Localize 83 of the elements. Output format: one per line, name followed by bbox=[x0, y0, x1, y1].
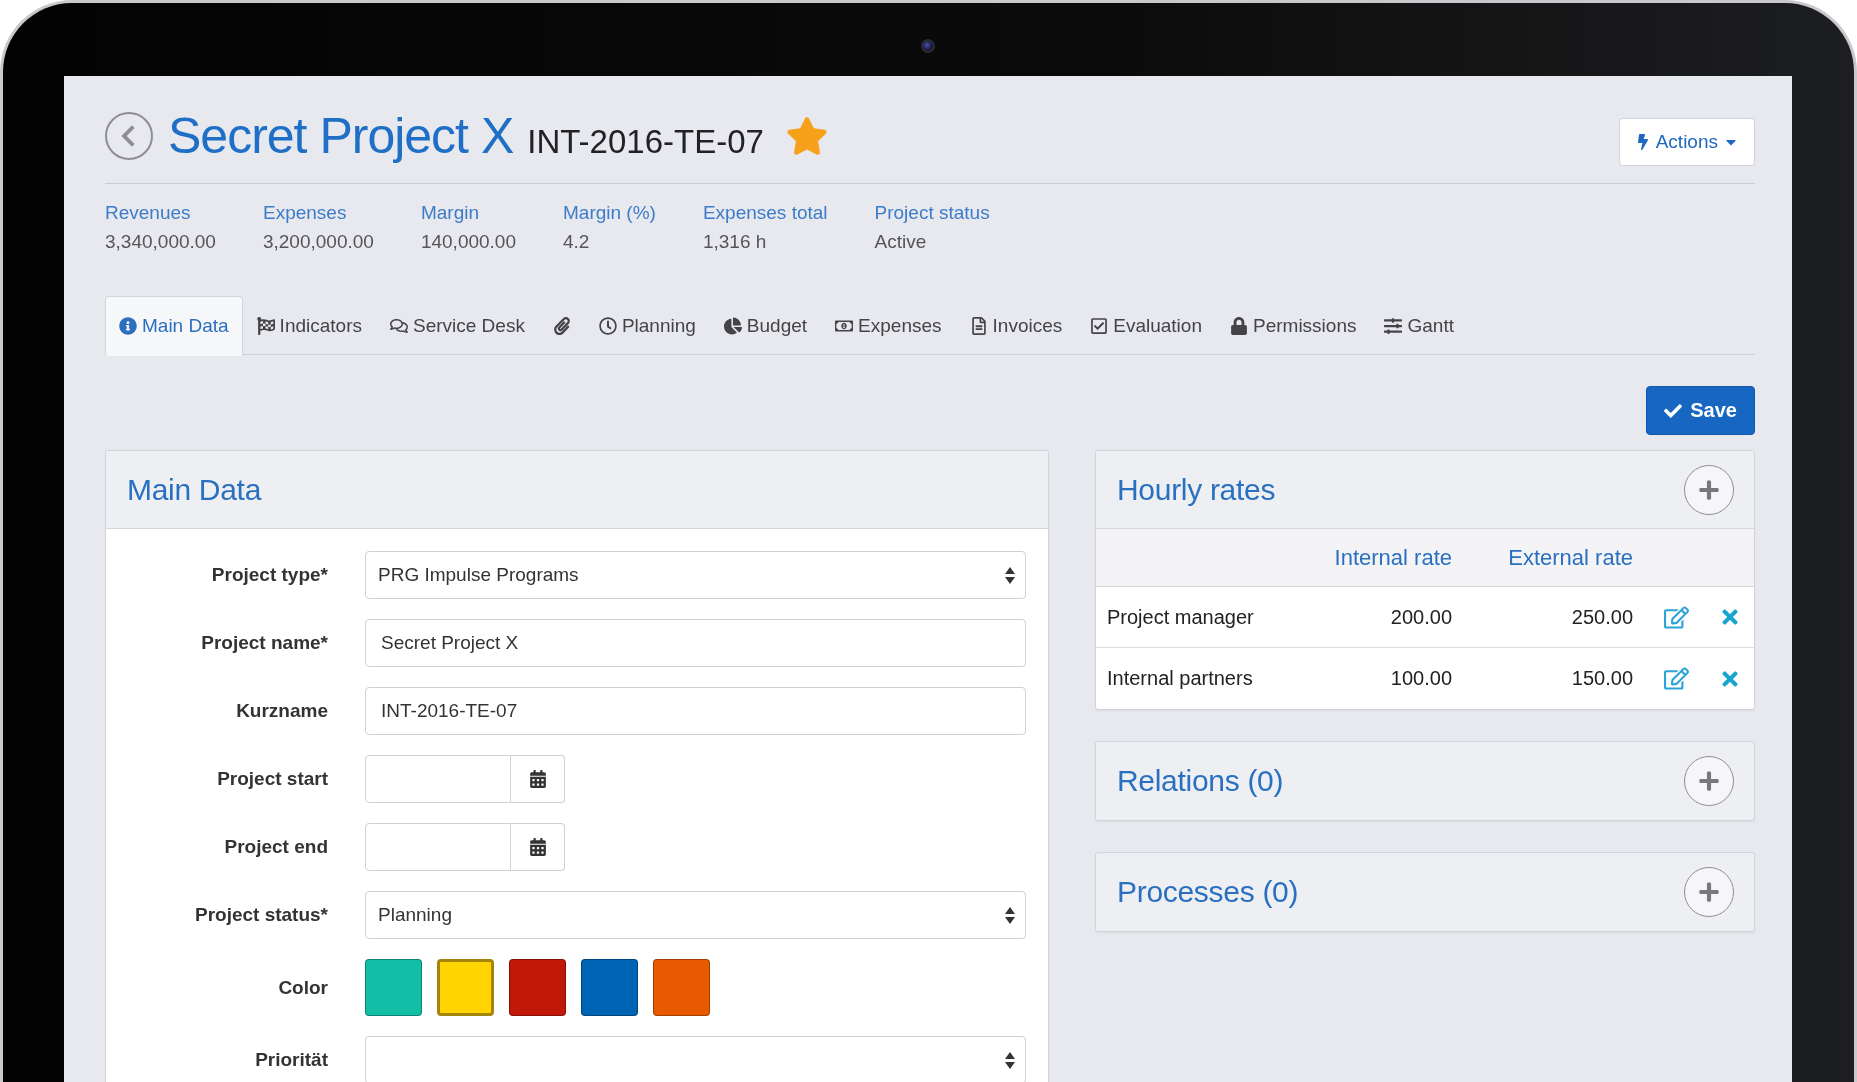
star-icon[interactable] bbox=[785, 115, 828, 157]
table-cell: 100.00 bbox=[1390, 667, 1452, 690]
pie-chart-icon bbox=[723, 317, 742, 335]
calendar-button[interactable] bbox=[511, 823, 565, 871]
sliders-icon bbox=[1384, 317, 1403, 335]
lock-icon bbox=[1230, 317, 1248, 335]
tab[interactable]: Planning bbox=[584, 296, 710, 356]
date-field[interactable] bbox=[365, 755, 511, 803]
panel-title: Main Data bbox=[127, 472, 262, 507]
project-code: INT-2016-TE-07 bbox=[527, 122, 764, 161]
color-swatch-icon[interactable] bbox=[437, 959, 494, 1016]
select-field[interactable]: PRG Impulse Programs bbox=[365, 551, 1026, 599]
text-field[interactable]: INT-2016-TE-07 bbox=[365, 687, 1026, 735]
stat-value: 1,316 h bbox=[702, 231, 768, 253]
tab[interactable]: Gantt bbox=[1370, 296, 1468, 356]
checkbox-icon bbox=[1090, 317, 1109, 335]
calendar-icon bbox=[528, 838, 547, 856]
edit-icon[interactable] bbox=[1664, 666, 1689, 691]
panel-title: Processes (0) bbox=[1117, 875, 1299, 909]
select-field[interactable] bbox=[365, 1036, 1026, 1082]
field-label: Kurzname bbox=[235, 700, 328, 722]
column-header: External rate bbox=[1508, 544, 1633, 571]
camera-icon bbox=[921, 39, 935, 53]
add-button[interactable] bbox=[1684, 464, 1734, 515]
text-field[interactable]: Secret Project X bbox=[365, 619, 1026, 667]
tab[interactable]: Expenses bbox=[821, 296, 956, 356]
add-button[interactable] bbox=[1684, 867, 1734, 917]
tab[interactable]: Invoices bbox=[955, 296, 1077, 356]
table-cell: 150.00 bbox=[1571, 667, 1633, 690]
tab[interactable]: Indicators bbox=[242, 296, 376, 356]
table-cell: 250.00 bbox=[1571, 605, 1633, 629]
date-field[interactable] bbox=[365, 823, 511, 871]
calendar-button[interactable] bbox=[511, 755, 565, 803]
select-arrows-icon bbox=[1005, 1051, 1015, 1069]
tab[interactable]: Service Desk bbox=[376, 296, 539, 356]
stat-label: Revenues bbox=[105, 202, 192, 224]
field-label: Project type* bbox=[210, 564, 328, 586]
field-label: Project end bbox=[223, 836, 328, 858]
column-header: Internal rate bbox=[1334, 544, 1452, 571]
paperclip-icon bbox=[552, 317, 571, 335]
table-cell: Internal partners bbox=[1107, 667, 1253, 690]
field-label: Color bbox=[277, 976, 328, 999]
tab[interactable]: Main Data bbox=[105, 296, 243, 356]
tab[interactable]: Budget bbox=[709, 296, 822, 356]
clock-icon bbox=[598, 317, 617, 335]
stat-value: 3,200,000.00 bbox=[262, 231, 374, 253]
save-button[interactable]: Save bbox=[1646, 386, 1755, 435]
select-arrows-icon bbox=[1005, 566, 1015, 584]
field-label: Project status* bbox=[193, 904, 328, 926]
stat-label: Expenses bbox=[262, 202, 348, 224]
field-label: Project name* bbox=[200, 632, 328, 654]
field-label: Priorität bbox=[254, 1049, 328, 1071]
stat-label: Expenses total bbox=[702, 202, 828, 224]
edit-icon[interactable] bbox=[1664, 604, 1689, 630]
info-icon bbox=[119, 317, 137, 335]
flags-icon bbox=[256, 317, 275, 335]
plus-icon bbox=[1698, 881, 1720, 903]
stat-label: Margin (%) bbox=[563, 202, 656, 224]
back-button[interactable] bbox=[105, 112, 153, 160]
stat-value: Active bbox=[874, 231, 928, 253]
stat-value: 140,000.00 bbox=[420, 231, 516, 253]
plus-icon bbox=[1698, 770, 1720, 792]
select-field[interactable]: Planning bbox=[365, 891, 1026, 939]
plus-icon bbox=[1698, 478, 1720, 501]
document-icon bbox=[969, 317, 988, 335]
tab[interactable]: Permissions bbox=[1216, 296, 1371, 356]
panel-title: Hourly rates bbox=[1117, 472, 1276, 507]
table-cell: 200.00 bbox=[1390, 605, 1452, 629]
stat-label: Project status bbox=[874, 202, 990, 224]
panel-title: Relations (0) bbox=[1117, 764, 1284, 798]
select-arrows-icon bbox=[1005, 906, 1015, 924]
stat-value: 3,340,000.00 bbox=[105, 231, 216, 253]
project-title: Secret Project X bbox=[168, 108, 514, 164]
add-button[interactable] bbox=[1684, 756, 1734, 806]
field-label: Project start bbox=[216, 768, 328, 790]
tab[interactable]: Evaluation bbox=[1076, 296, 1216, 356]
table-cell: Project manager bbox=[1107, 605, 1254, 629]
check-icon bbox=[1664, 401, 1683, 420]
calendar-icon bbox=[528, 770, 547, 788]
stat-label: Margin bbox=[420, 202, 480, 224]
stat-value: 4.2 bbox=[563, 231, 591, 253]
speech-bubbles-icon bbox=[390, 317, 408, 335]
actions-button[interactable]: Actions bbox=[1618, 118, 1755, 166]
